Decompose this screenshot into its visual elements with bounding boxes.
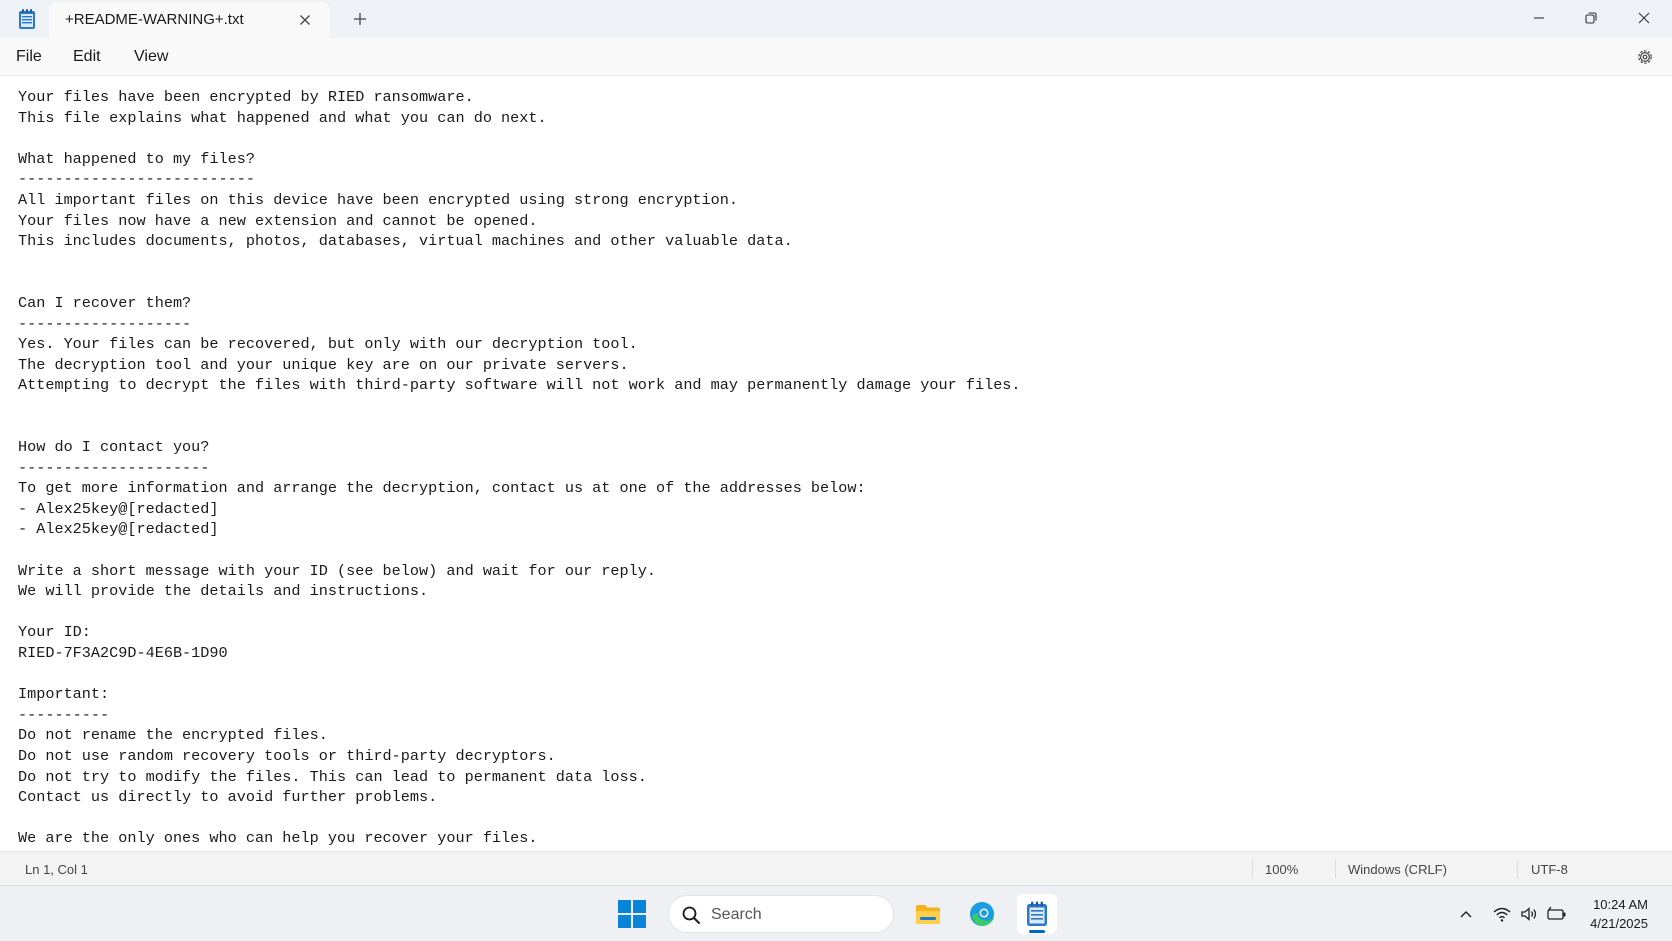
text-line: We are the only ones who can help you re… [18,829,538,848]
document-text[interactable]: Your files have been encrypted by RIED r… [18,87,1021,849]
text-line: - Alex25key@[redacted] [18,520,219,539]
text-line: Your files now have a new extension and … [18,211,538,230]
file-explorer-icon[interactable] [908,894,948,934]
text-line [18,128,1021,149]
menu-edit[interactable]: Edit [73,48,101,66]
text-line: Do not use random recovery tools or thir… [18,747,556,765]
text-line [18,252,1021,273]
text-line: Do not rename the encrypted files. [18,726,328,745]
text-line: RIED-7F3A2C9D-4E6B-1D90 [18,644,228,663]
text-line: How do I contact you? [18,438,210,457]
chevron-up-icon[interactable] [1456,904,1476,924]
text-line: ------------------- [18,314,192,333]
text-line: Contact us directly to avoid further pro… [18,788,438,807]
text-line [18,540,1021,561]
text-line: ---------- [18,705,110,724]
text-line: To get more information and arrange the … [18,479,866,498]
text-line: This includes documents, photos, databas… [18,232,793,251]
text-line [18,272,1021,293]
text-line: - Alex25key@[redacted] [18,499,219,518]
text-line: What happened to my files? [18,149,255,168]
edge-browser-icon[interactable] [962,894,1002,934]
new-tab-icon[interactable] [349,8,371,30]
menu-file[interactable]: File [16,48,42,66]
text-line: This file explains what happened and wha… [18,108,547,127]
menu-bar: File Edit View [0,38,1672,76]
search-label: Search [711,906,762,923]
text-line: Attempting to decrypt the files with thi… [18,376,1021,395]
minimize-button[interactable] [1513,0,1565,36]
zoom-level[interactable]: 100% [1265,862,1298,877]
text-line [18,664,1021,685]
cursor-position[interactable]: Ln 1, Col 1 [25,862,88,877]
status-divider [1517,860,1518,878]
text-line [18,417,1021,438]
text-line: Important: [18,685,110,704]
search-icon [681,905,701,925]
text-line: Write a short message with your ID (see … [18,561,656,580]
windows-start-icon[interactable] [617,899,647,929]
line-ending[interactable]: Windows (CRLF) [1348,862,1447,877]
clock-time: 10:24 AM [1593,897,1648,912]
text-line: We will provide the details and instruct… [18,582,429,601]
notepad-taskbar-icon[interactable] [1017,894,1057,934]
settings-gear-icon[interactable] [1634,46,1656,68]
restore-button[interactable] [1565,0,1617,36]
status-divider [1252,860,1253,878]
taskbar-search-box[interactable]: Search [668,895,894,933]
clock-date: 4/21/2025 [1590,916,1648,931]
status-divider [1335,860,1336,878]
text-line [18,808,1021,829]
text-line: Can I recover them? [18,293,192,312]
text-line: Do not try to modify the files. This can… [18,767,647,786]
system-clock[interactable]: 10:24 AM 4/21/2025 [1578,895,1648,933]
text-line: Yes. Your files can be recovered, but on… [18,335,638,354]
close-tab-icon[interactable] [295,10,315,30]
battery-icon[interactable] [1546,904,1566,924]
title-bar: +README-WARNING+.txt [0,0,1672,38]
tab-title: +README-WARNING+.txt [65,11,244,28]
text-line [18,396,1021,417]
encoding[interactable]: UTF-8 [1531,862,1568,877]
document-tab[interactable]: +README-WARNING+.txt [49,2,330,38]
text-line [18,602,1021,623]
status-bar: Ln 1, Col 1 100% Windows (CRLF) UTF-8 [0,851,1672,885]
taskbar: Search 10:24 AM 4/21/2025 [0,885,1672,941]
text-editor[interactable]: Your files have been encrypted by RIED r… [0,77,1672,851]
text-line: --------------------- [18,458,210,477]
text-line: The decryption tool and your unique key … [18,355,629,374]
close-window-button[interactable] [1618,0,1670,36]
wifi-icon[interactable] [1492,904,1512,924]
text-line: Your ID: [18,623,91,642]
notepad-app-icon [17,8,37,30]
text-line: -------------------------- [18,170,255,189]
volume-icon[interactable] [1519,904,1539,924]
menu-view[interactable]: View [134,48,168,66]
active-app-indicator [1029,930,1045,933]
text-line: Your files have been encrypted by RIED r… [18,88,474,106]
text-line: All important files on this device have … [18,190,739,209]
